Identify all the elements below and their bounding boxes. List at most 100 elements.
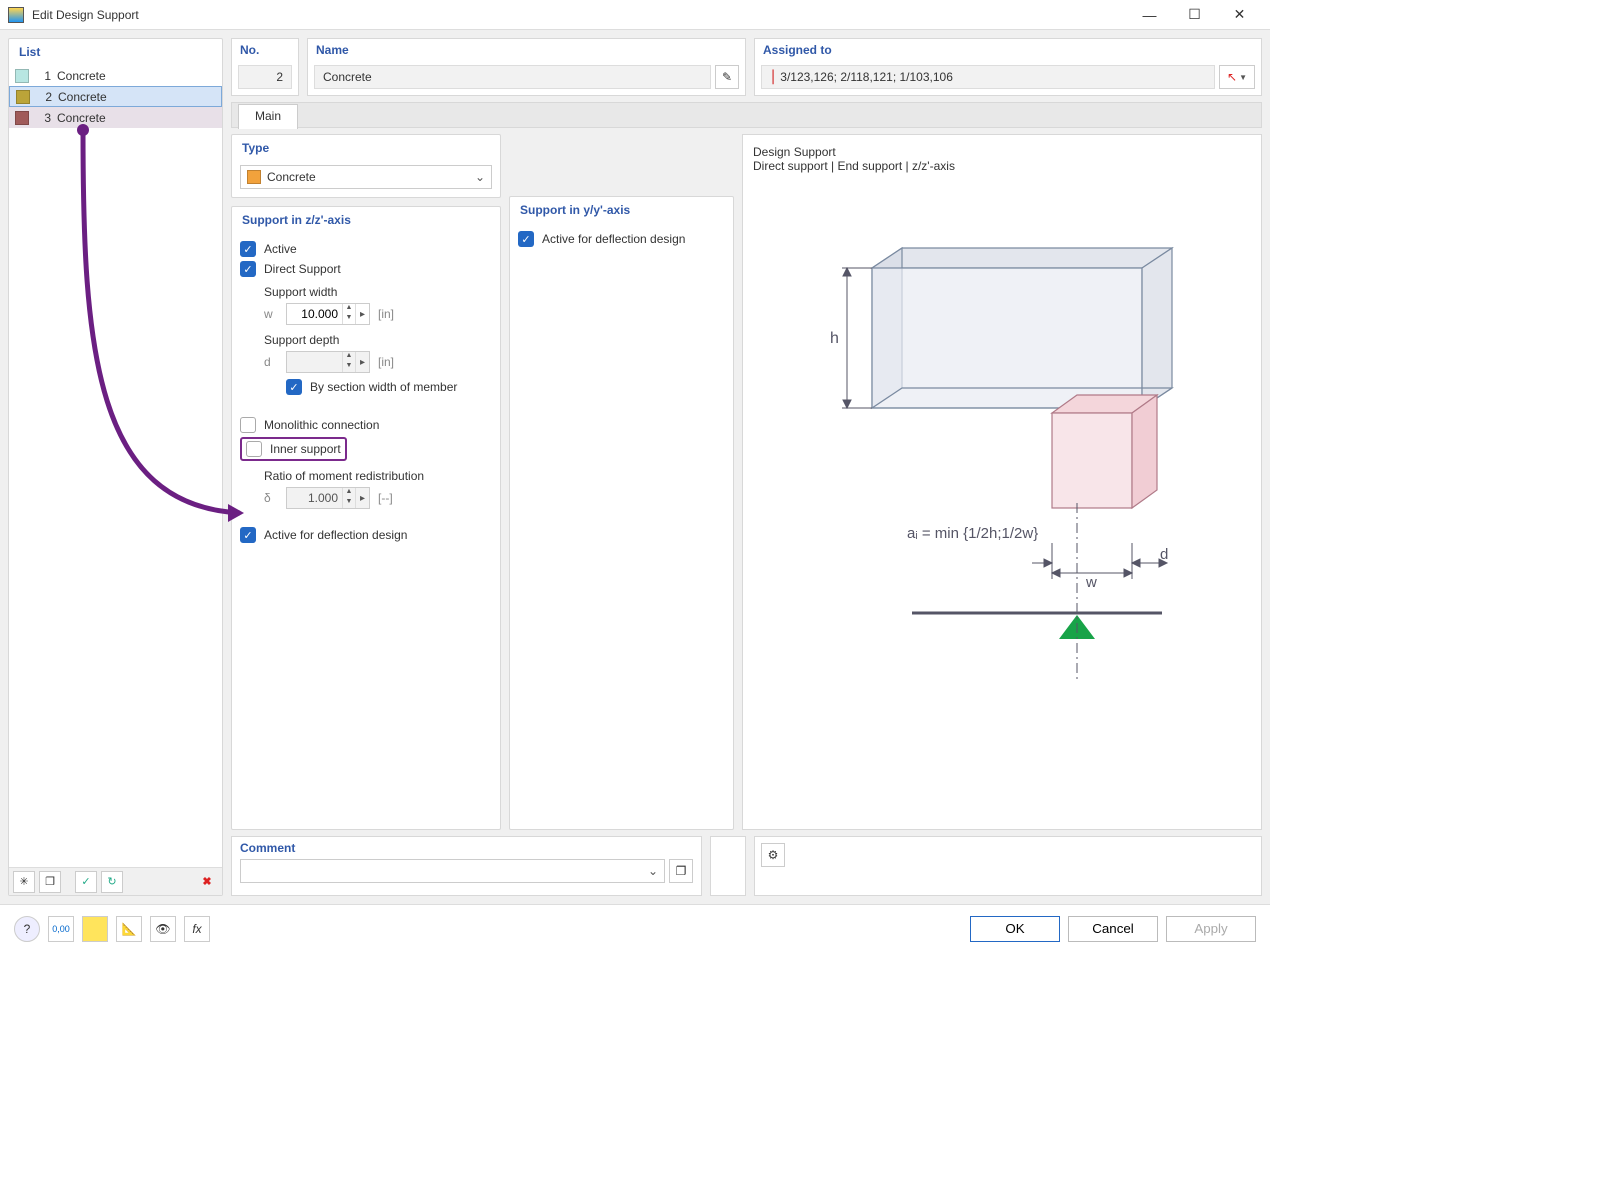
no-label: No.: [232, 39, 298, 61]
list-panel: List 1 Concrete 2 Concrete 3 Concrete: [8, 38, 223, 896]
list-title: List: [9, 39, 222, 65]
inner-support-highlight: Inner support: [240, 437, 347, 461]
active-deflection-yy-checkbox[interactable]: ✓ Active for deflection design: [518, 231, 725, 247]
zz-panel: Support in z/z'-axis ✓ Active ✓ Direct S…: [231, 206, 501, 830]
support-depth-row: d ▲▼ ▸ [in]: [264, 351, 492, 373]
chevron-down-icon: ⌄: [475, 170, 485, 184]
active-label: Active: [264, 242, 297, 256]
list-num: 1: [35, 69, 51, 83]
list-label: Concrete: [58, 90, 107, 104]
view-button[interactable]: 👁: [150, 916, 176, 942]
assigned-input[interactable]: ⎮ 3/123,126; 2/118,121; 1/103,106: [761, 65, 1215, 89]
name-label: Name: [308, 39, 745, 61]
comment-title: Comment: [240, 841, 693, 855]
delete-button[interactable]: ✖: [196, 871, 218, 893]
preview-diagram: h aᵢ = min {1/2h;1/2w}: [753, 173, 1251, 693]
header-row: No. 2 Name Concrete ✎ Assigned to ⎮ 3/12…: [231, 38, 1262, 96]
more-button: ▸: [355, 352, 369, 372]
pick-button[interactable]: ↖ ▼: [1219, 65, 1255, 89]
side-square: [710, 836, 746, 896]
support-depth-input: ▲▼ ▸: [286, 351, 370, 373]
w-unit: [in]: [378, 307, 394, 321]
swatch-icon: [16, 90, 30, 104]
cursor-icon: ↖: [1227, 70, 1237, 84]
h-label: h: [830, 330, 839, 347]
close-button[interactable]: ✕: [1217, 0, 1262, 30]
no-value: 2: [238, 65, 292, 89]
d-symbol: d: [264, 355, 278, 369]
type-panel: Type Concrete ⌄: [231, 134, 501, 198]
app-icon: [8, 7, 24, 23]
checkbox-icon: [240, 417, 256, 433]
help-button[interactable]: ?: [14, 916, 40, 942]
minimize-button[interactable]: —: [1127, 0, 1172, 30]
list-item[interactable]: 2 Concrete: [9, 86, 222, 107]
type-value: Concrete: [267, 170, 316, 184]
ratio-row: δ ▲▼ ▸ [--]: [264, 487, 492, 509]
content-area: List 1 Concrete 2 Concrete 3 Concrete: [0, 30, 1270, 904]
w-value[interactable]: [287, 307, 342, 321]
copy-item-button[interactable]: ❐: [39, 871, 61, 893]
check-button[interactable]: ✓: [75, 871, 97, 893]
main-row: Type Concrete ⌄ Support in z/z'-axis ✓: [231, 134, 1262, 830]
ok-button[interactable]: OK: [970, 916, 1060, 942]
by-section-checkbox[interactable]: ✓ By section width of member: [286, 379, 492, 395]
monolithic-checkbox[interactable]: Monolithic connection: [240, 417, 492, 433]
more-button[interactable]: ▸: [355, 304, 369, 324]
new-item-button[interactable]: ✳: [13, 871, 35, 893]
titlebar: Edit Design Support — ☐ ✕: [0, 0, 1270, 30]
form-mid-column: Support in y/y'-axis ✓ Active for deflec…: [509, 134, 734, 830]
comment-row: Comment ⌄ ❐ ⚙: [231, 836, 1262, 896]
w-label: w: [1085, 574, 1097, 591]
direct-support-checkbox[interactable]: ✓ Direct Support: [240, 261, 492, 277]
axis-button[interactable]: 📐: [116, 916, 142, 942]
d-label: d: [1160, 546, 1168, 563]
checkbox-icon: ✓: [240, 527, 256, 543]
form-left-column: Type Concrete ⌄ Support in z/z'-axis ✓: [231, 134, 501, 830]
maximize-button[interactable]: ☐: [1172, 0, 1217, 30]
type-combo[interactable]: Concrete ⌄: [240, 165, 492, 189]
list-item[interactable]: 1 Concrete: [9, 65, 222, 86]
yy-panel: Support in y/y'-axis ✓ Active for deflec…: [509, 196, 734, 830]
edit-name-button[interactable]: ✎: [715, 65, 739, 89]
more-button: ▸: [355, 488, 369, 508]
comment-list-button[interactable]: ❐: [669, 859, 693, 883]
active-deflection-zz-checkbox[interactable]: ✓ Active for deflection design: [240, 527, 492, 543]
member-icon: ⎮: [770, 70, 776, 84]
active-checkbox[interactable]: ✓ Active: [240, 241, 492, 257]
list-label: Concrete: [57, 69, 106, 83]
list-label: Concrete: [57, 111, 106, 125]
name-input[interactable]: Concrete: [314, 65, 711, 89]
d-value: [287, 355, 342, 369]
preview-title: Design Support: [753, 145, 1251, 159]
tab-main[interactable]: Main: [238, 104, 298, 129]
support-width-input[interactable]: ▲▼ ▸: [286, 303, 370, 325]
assigned-value: 3/123,126; 2/118,121; 1/103,106: [780, 70, 953, 84]
units-button[interactable]: 0,00: [48, 916, 74, 942]
name-panel: Name Concrete ✎: [307, 38, 746, 96]
tabbar: Main: [231, 102, 1262, 128]
right-column: No. 2 Name Concrete ✎ Assigned to ⎮ 3/12…: [231, 38, 1262, 896]
apply-button[interactable]: Apply: [1166, 916, 1256, 942]
yy-active-defl-label: Active for deflection design: [542, 232, 685, 246]
comment-input[interactable]: ⌄: [240, 859, 665, 883]
list-body: 1 Concrete 2 Concrete 3 Concrete: [9, 65, 222, 867]
inner-support-checkbox[interactable]: Inner support: [246, 441, 341, 457]
active-defl-label: Active for deflection design: [264, 528, 407, 542]
assigned-label: Assigned to: [755, 39, 1261, 61]
support-width-row: w ▲▼ ▸ [in]: [264, 303, 492, 325]
chevron-down-icon: ▼: [1239, 73, 1247, 82]
w-symbol: w: [264, 307, 278, 321]
no-panel: No. 2: [231, 38, 299, 96]
list-item[interactable]: 3 Concrete: [9, 107, 222, 128]
by-section-label: By section width of member: [310, 380, 457, 394]
monolithic-label: Monolithic connection: [264, 418, 379, 432]
color-button[interactable]: [82, 916, 108, 942]
refresh-button[interactable]: ↻: [101, 871, 123, 893]
fx-button[interactable]: fx: [184, 916, 210, 942]
zz-title: Support in z/z'-axis: [232, 207, 500, 233]
preview-settings-button[interactable]: ⚙: [761, 843, 785, 867]
checkbox-icon: ✓: [286, 379, 302, 395]
comment-panel: Comment ⌄ ❐: [231, 836, 702, 896]
cancel-button[interactable]: Cancel: [1068, 916, 1158, 942]
